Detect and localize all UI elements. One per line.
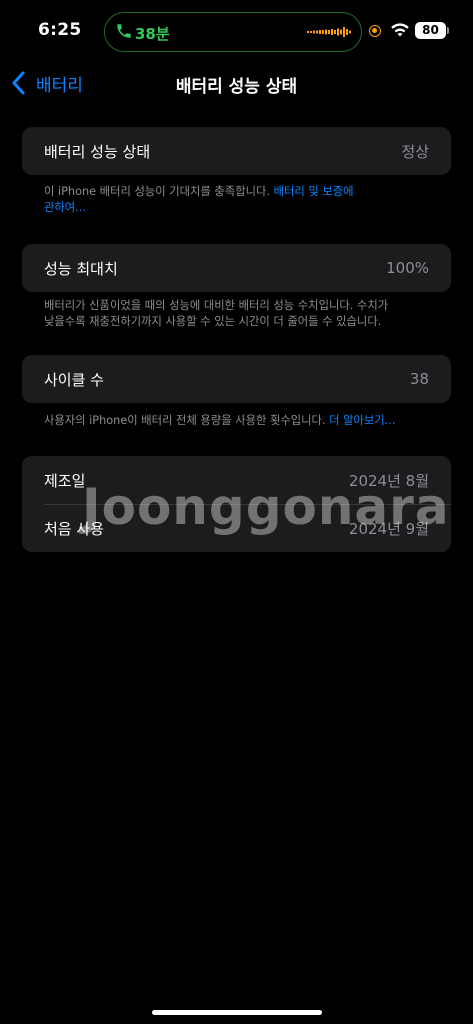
- battery-health-label: 배터리 성능 상태: [44, 142, 151, 161]
- battery-level: 80: [422, 23, 439, 37]
- manufacture-date-label: 제조일: [44, 471, 86, 490]
- call-duration: 38분: [135, 25, 170, 43]
- dynamic-island-call[interactable]: 38분: [104, 12, 362, 52]
- first-use-row: 처음 사용 2024년 9월: [22, 504, 451, 552]
- wifi-icon: [391, 23, 409, 37]
- max-capacity-row: 성능 최대치 100%: [22, 244, 451, 292]
- cycle-count-value: 38: [409, 370, 429, 388]
- battery-health-value: 정상: [401, 142, 429, 161]
- dates-group: 제조일 2024년 8월 처음 사용 2024년 9월: [22, 456, 451, 552]
- max-capacity-label: 성능 최대치: [44, 259, 118, 278]
- cycle-count-footer-text: 사용자의 iPhone이 배터리 전체 용량을 사용한 횟수입니다.: [44, 414, 330, 427]
- first-use-value: 2024년 9월: [348, 519, 429, 538]
- manufacture-date-value: 2024년 8월: [348, 471, 429, 490]
- home-indicator[interactable]: [152, 1010, 322, 1015]
- max-capacity-footer-line1: 배터리가 신품이었을 때의 성능에 대비한 배터리 성능 수치입니다. 수치가: [44, 299, 389, 312]
- cycle-count-label: 사이클 수: [44, 370, 104, 389]
- battery-cap: [447, 27, 449, 34]
- status-time: 6:25: [38, 20, 82, 40]
- learn-more-link[interactable]: 더 알아보기...: [329, 414, 395, 427]
- battery-health-footer-text: 이 iPhone 배터리 성능이 기대치를 충족합니다.: [44, 185, 274, 198]
- page-title: 배터리 성능 상태: [175, 77, 298, 97]
- cycle-count-row: 사이클 수 38: [22, 355, 451, 403]
- max-capacity-group: 성능 최대치 100%: [22, 244, 451, 292]
- audio-waveform-icon: [307, 27, 351, 37]
- max-capacity-footer-line2: 낮을수록 재충전하기까지 사용할 수 있는 시간이 더 줄어들 수 있습니다.: [44, 315, 382, 328]
- battery-warranty-link[interactable]: 배터리 및 보증에: [274, 185, 354, 198]
- microphone-indicator-icon: [369, 25, 381, 37]
- battery-icon: 80: [415, 22, 446, 39]
- battery-warranty-link-cont[interactable]: 관하여...: [44, 201, 86, 214]
- cycle-count-footer: 사용자의 iPhone이 배터리 전체 용량을 사용한 횟수입니다. 더 알아보…: [44, 413, 434, 429]
- max-capacity-footer: 배터리가 신품이었을 때의 성능에 대비한 배터리 성능 수치입니다. 수치가 …: [44, 298, 434, 330]
- first-use-label: 처음 사용: [44, 519, 104, 538]
- battery-health-group: 배터리 성능 상태 정상: [22, 127, 451, 175]
- cycle-count-group: 사이클 수 38: [22, 355, 451, 403]
- battery-health-footer: 이 iPhone 배터리 성능이 기대치를 충족합니다. 배터리 및 보증에 관…: [44, 184, 434, 216]
- phone-icon: [117, 24, 131, 38]
- manufacture-date-row: 제조일 2024년 8월: [22, 456, 451, 504]
- max-capacity-value: 100%: [386, 259, 429, 277]
- battery-health-row: 배터리 성능 상태 정상: [22, 127, 451, 175]
